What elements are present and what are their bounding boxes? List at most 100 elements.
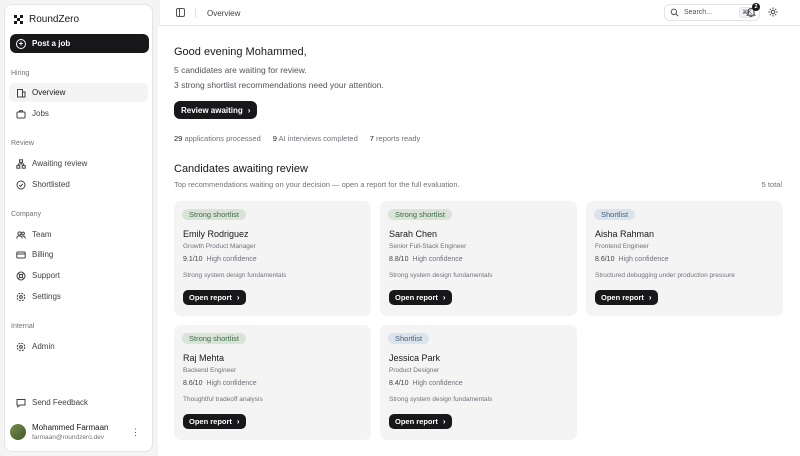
candidate-note: Structured debugging under production pr…	[595, 272, 735, 279]
section-label-internal: Internal	[11, 323, 35, 330]
post-job-button[interactable]: + Post a job	[10, 34, 149, 53]
status-badge: Strong shortlist	[182, 333, 247, 344]
search-label: Search...	[684, 9, 713, 16]
brand-name: RoundZero	[29, 14, 80, 25]
admin-gear-icon	[16, 342, 26, 351]
candidate-role: Backend Engineer	[183, 367, 237, 374]
sun-icon[interactable]	[768, 7, 778, 17]
sidebar-item-label: Shortlisted	[32, 180, 70, 189]
candidate-role: Product Designer	[389, 367, 440, 374]
breadcrumb: Overview	[207, 9, 241, 18]
plus-icon: +	[16, 38, 26, 49]
candidate-card[interactable]: Strong shortlist Sarah Chen Senior Full-…	[380, 201, 577, 316]
notification-badge: 2	[752, 3, 760, 11]
greeting-heading: Good evening Mohammed,	[174, 46, 307, 58]
send-feedback-label: Send Feedback	[32, 398, 89, 407]
chevron-right-icon: ›	[442, 293, 446, 302]
candidate-note: Thoughtful tradeoff analysis	[183, 396, 263, 403]
section-label-hiring: Hiring	[11, 70, 30, 77]
candidate-role: Growth Product Manager	[183, 243, 256, 250]
candidate-note: Strong system design fundamentals	[389, 396, 493, 403]
candidate-card[interactable]: Shortlist Aisha Rahman Frontend Engineer…	[586, 201, 783, 316]
gear-icon	[16, 292, 26, 301]
sidebar-item-team[interactable]: Team	[9, 225, 148, 244]
user-info: Mohammed Farmaan farmaan@roundzero.dev	[32, 423, 125, 441]
building-icon	[17, 88, 26, 97]
network-icon	[16, 158, 26, 169]
credit-card-icon	[16, 251, 26, 258]
chevron-right-icon: ›	[247, 105, 251, 115]
candidate-card[interactable]: Strong shortlist Emily Rodriguez Growth …	[174, 201, 371, 316]
sidebar-item-jobs[interactable]: Jobs	[9, 104, 148, 123]
sidebar-item-overview[interactable]: Overview	[9, 83, 148, 102]
stat-interviews: 9 AI interviews completed	[272, 134, 358, 143]
sidebar-item-shortlisted[interactable]: Shortlisted	[9, 175, 148, 194]
open-report-button[interactable]: Open report ›	[183, 290, 246, 305]
candidate-name: Emily Rodriguez	[183, 229, 249, 239]
send-feedback-button[interactable]: Send Feedback	[9, 393, 148, 412]
candidate-name: Jessica Park	[389, 353, 441, 363]
stat-reports: 7 reports ready	[369, 134, 421, 143]
search-icon	[670, 8, 679, 17]
user-profile[interactable]: Mohammed Farmaan farmaan@roundzero.dev ⋮	[10, 420, 140, 444]
candidate-note: Strong system design fundamentals	[389, 272, 493, 279]
status-badge: Strong shortlist	[182, 209, 247, 220]
candidate-score: 8.4/10 High confidence	[389, 380, 463, 387]
sidebar-toggle-icon[interactable]	[176, 8, 185, 17]
sidebar-item-label: Overview	[32, 88, 66, 97]
section-subtitle: Top recommendations waiting on your deci…	[174, 180, 460, 189]
sidebar-item-awaiting-review[interactable]: Awaiting review	[9, 154, 148, 173]
brand[interactable]: RoundZero	[14, 14, 79, 25]
status-badge: Strong shortlist	[388, 209, 453, 220]
user-email: farmaan@roundzero.dev	[32, 434, 104, 441]
candidate-card[interactable]: Strong shortlist Raj Mehta Backend Engin…	[174, 325, 371, 440]
candidate-role: Frontend Engineer	[595, 243, 649, 250]
sidebar-item-billing[interactable]: Billing	[9, 245, 148, 264]
candidate-score: 8.6/10 High confidence	[183, 380, 257, 387]
candidate-name: Aisha Rahman	[595, 229, 655, 239]
open-report-button[interactable]: Open report ›	[183, 414, 246, 429]
section-label-company: Company	[11, 211, 41, 218]
users-icon	[16, 230, 26, 239]
review-awaiting-label: Review awaiting	[181, 105, 243, 115]
candidate-card[interactable]: Shortlist Jessica Park Product Designer …	[380, 325, 577, 440]
chevron-right-icon: ›	[236, 293, 240, 302]
sidebar-item-support[interactable]: Support	[9, 266, 148, 285]
review-awaiting-button[interactable]: Review awaiting ›	[174, 101, 258, 119]
sidebar-item-label: Team	[32, 230, 52, 239]
status-badge: Shortlist	[388, 333, 430, 344]
sidebar-item-settings[interactable]: Settings	[9, 287, 148, 306]
open-report-button[interactable]: Open report ›	[389, 290, 452, 305]
check-circle-icon	[16, 180, 26, 189]
candidate-score: 8.6/10 High confidence	[595, 256, 669, 263]
candidate-name: Sarah Chen	[389, 229, 438, 239]
briefcase-icon	[16, 109, 26, 118]
candidate-name: Raj Mehta	[183, 353, 225, 363]
candidate-score: 9.1/10 High confidence	[183, 256, 257, 263]
lifebuoy-icon	[16, 271, 26, 280]
stats-row: 29 applications processed 9 AI interview…	[174, 134, 420, 143]
section-title: Candidates awaiting review	[174, 163, 308, 175]
chevron-right-icon: ›	[236, 417, 240, 426]
section-total: 5 total	[761, 180, 782, 189]
chevron-right-icon: ›	[442, 417, 446, 426]
breadcrumb-divider	[195, 8, 196, 18]
post-job-label: Post a job	[32, 39, 71, 48]
waiting-summary: 5 candidates are waiting for review.	[174, 65, 307, 75]
open-report-button[interactable]: Open report ›	[595, 290, 658, 305]
sidebar-item-label: Admin	[32, 342, 55, 351]
sidebar-item-label: Settings	[32, 292, 61, 301]
message-icon	[16, 398, 26, 408]
candidate-role: Senior Full-Stack Engineer	[389, 243, 467, 250]
shortlist-summary: 3 strong shortlist recommendations need …	[174, 80, 384, 90]
sidebar-item-label: Support	[32, 271, 61, 280]
more-vertical-icon[interactable]: ⋮	[131, 427, 140, 438]
open-report-button[interactable]: Open report ›	[389, 414, 452, 429]
candidate-note: Strong system design fundamentals	[183, 272, 287, 279]
sidebar-item-label: Jobs	[32, 109, 49, 118]
chevron-right-icon: ›	[648, 293, 652, 302]
sidebar-item-admin[interactable]: Admin	[9, 337, 148, 356]
user-name: Mohammed Farmaan	[32, 423, 109, 432]
section-label-review: Review	[11, 140, 34, 147]
stat-applications: 29 applications processed	[174, 134, 261, 143]
